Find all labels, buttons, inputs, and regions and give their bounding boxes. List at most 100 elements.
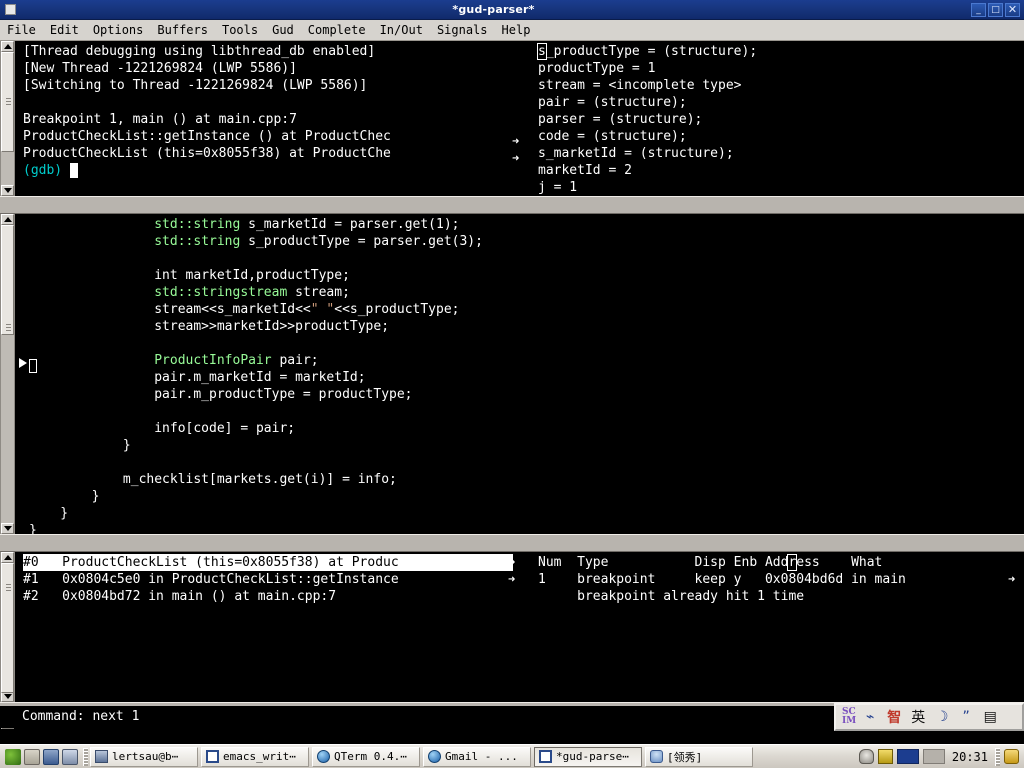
stack-frame-row[interactable]: #1 0x0804c5e0 in ProductCheckList::getIn… (23, 571, 513, 588)
stack-frame-row[interactable]: #0 ProductCheckList (this=0x8055f38) at … (23, 554, 513, 571)
stack-text[interactable]: #0 ProductCheckList (this=0x8055f38) at … (23, 552, 513, 702)
source-pane[interactable]: std::string s_marketId = parser.get(1); … (0, 214, 1024, 534)
laptop-icon[interactable] (43, 748, 59, 765)
source-token: stream; (287, 285, 350, 300)
menu-item-file[interactable]: File (0, 22, 43, 38)
breakpoints-text[interactable]: Num Type Disp Enb Address What 1 breakpoi… (538, 552, 1008, 702)
close-button[interactable]: ✕ (1005, 2, 1020, 17)
taskbar-button-label: lertsau@b⋯ (112, 750, 179, 763)
gud-pane[interactable]: [Thread debugging using libthread_db ena… (0, 41, 530, 196)
locals-line: productType = 1 (538, 61, 656, 76)
locals-line: parser = (structure); (538, 112, 703, 127)
taskbar-button-label: emacs_writ⋯ (223, 750, 296, 763)
menu-item-buffers[interactable]: Buffers (150, 22, 215, 38)
person-icon (650, 750, 663, 763)
locals-line: code = (structure); (538, 129, 687, 144)
taskbar-button[interactable]: emacs_writ⋯ (201, 746, 309, 767)
menu-item-in-out[interactable]: In/Out (373, 22, 430, 38)
window-menu-icon[interactable] (5, 4, 16, 15)
scim-logo-icon: SC IM (842, 708, 856, 726)
gdb-prompt-line[interactable]: (gdb) (23, 162, 513, 179)
smart-input-icon[interactable]: 智 (884, 707, 904, 727)
gud-scrollbar[interactable] (0, 41, 15, 196)
taskbar-button[interactable]: *gud-parse⋯ (534, 746, 642, 767)
source-scroll-thumb[interactable] (1, 225, 14, 335)
source-token: marketId,productType; (177, 268, 350, 283)
english-mode-icon[interactable]: 英 (908, 707, 928, 727)
document-icon[interactable]: ▤ (980, 709, 1000, 725)
locals-text[interactable]: s_productType = (structure); productType … (537, 41, 1008, 196)
taskbar-button[interactable]: lertsau@b⋯ (90, 746, 198, 767)
source-scrollbar[interactable] (0, 214, 15, 534)
gud-line (23, 94, 513, 111)
source-text[interactable]: std::string s_marketId = parser.get(1); … (29, 214, 1019, 534)
person-icon[interactable] (1004, 749, 1019, 764)
menu-item-signals[interactable]: Signals (430, 22, 495, 38)
gud-line: [New Thread -1221269824 (LWP 5586)] (23, 61, 297, 76)
scim-ime-toolbar[interactable]: SC IM ⌁ 智 英 ☽ ” ▤ (834, 703, 1024, 731)
locals-line: pair = (structure); (538, 95, 687, 110)
current-line-arrow-icon (19, 358, 27, 368)
maximize-button[interactable]: □ (988, 2, 1003, 17)
stack-scroll-trough[interactable] (1, 563, 14, 693)
breakpoint-row[interactable]: 1 breakpoint keep y 0x0804bd6d in main (538, 571, 1008, 588)
gud-scroll-trough[interactable] (1, 52, 14, 185)
taskbar-button[interactable]: Gmail - ... (423, 746, 531, 767)
continuation-arrow-icon: ➜ (508, 572, 516, 586)
moon-icon[interactable]: ☽ (932, 709, 952, 725)
source-token: m_checklist[markets.get(i)] = info; (29, 472, 397, 487)
source-line: ProductInfoPair pair; (29, 352, 1019, 369)
stack-scrollbar[interactable] (0, 552, 15, 702)
source-token (29, 217, 154, 232)
source-cursor (29, 355, 37, 374)
scroll-down-icon[interactable] (1, 185, 14, 196)
foot-icon[interactable] (5, 748, 21, 765)
source-line: std::string s_productType = parser.get(3… (29, 233, 1019, 250)
menu-item-edit[interactable]: Edit (43, 22, 86, 38)
source-token: " " (310, 302, 335, 317)
stack-frames-pane[interactable]: #0 ProductCheckList (this=0x8055f38) at … (0, 552, 530, 702)
menu-item-options[interactable]: Options (86, 22, 151, 38)
gud-text[interactable]: [Thread debugging using libthread_db ena… (23, 41, 513, 196)
scroll-down-icon[interactable] (1, 523, 14, 534)
punctuation-icon[interactable]: ” (956, 709, 976, 725)
pin-icon[interactable]: ⌁ (860, 709, 880, 725)
menu-item-gud[interactable]: Gud (265, 22, 301, 38)
locals-pane[interactable]: s_productType = (structure); productType … (530, 41, 1024, 196)
source-scroll-trough[interactable] (1, 225, 14, 523)
source-token: <<s_productType; (334, 302, 460, 317)
pager-2[interactable] (922, 749, 945, 764)
globe-icon (317, 750, 330, 763)
taskbar-button-label: *gud-parse⋯ (556, 750, 629, 763)
breakpoint-row[interactable]: breakpoint already hit 1 time (538, 588, 1008, 605)
locals-line: s_marketId = (structure); (538, 146, 734, 161)
stack-frame-row[interactable]: #2 0x0804bd72 in main () at main.cpp:7 (23, 588, 513, 605)
scroll-up-icon[interactable] (1, 214, 14, 225)
scroll-up-icon[interactable] (1, 552, 14, 563)
source-line (29, 403, 1019, 420)
pager-1[interactable] (896, 749, 919, 764)
stack-scroll-thumb[interactable] (1, 563, 14, 693)
terminal-icon (95, 750, 108, 763)
menu-item-tools[interactable]: Tools (215, 22, 265, 38)
files-icon[interactable] (24, 748, 40, 765)
source-token: std::stringstream (154, 285, 288, 300)
source-line: std::string s_marketId = parser.get(1); (29, 216, 1019, 233)
scroll-up-icon[interactable] (1, 41, 14, 52)
source-line: stream>>marketId>>productType; (29, 318, 1019, 335)
source-token (29, 234, 154, 249)
locals-modeline: -c:%* *locals of parser* Top (1,0) (Loca… (530, 196, 1024, 214)
source-line: pair.m_marketId = marketId; (29, 369, 1019, 386)
monitor-icon[interactable] (62, 748, 78, 765)
menu-item-help[interactable]: Help (495, 22, 538, 38)
menu-item-complete[interactable]: Complete (301, 22, 373, 38)
taskbar-button[interactable]: [领秀] (645, 746, 753, 767)
taskbar-button[interactable]: QTerm 0.4.⋯ (312, 746, 420, 767)
breakpoints-pane[interactable]: Num Type Disp Enb Address What 1 breakpoi… (530, 552, 1024, 702)
gdb-cursor (69, 163, 78, 178)
plug-icon[interactable] (877, 749, 893, 764)
mouse-icon[interactable] (858, 749, 874, 764)
source-line: info[code] = pair; (29, 420, 1019, 437)
minimize-button[interactable]: _ (971, 2, 986, 17)
gud-scroll-thumb[interactable] (1, 52, 14, 152)
